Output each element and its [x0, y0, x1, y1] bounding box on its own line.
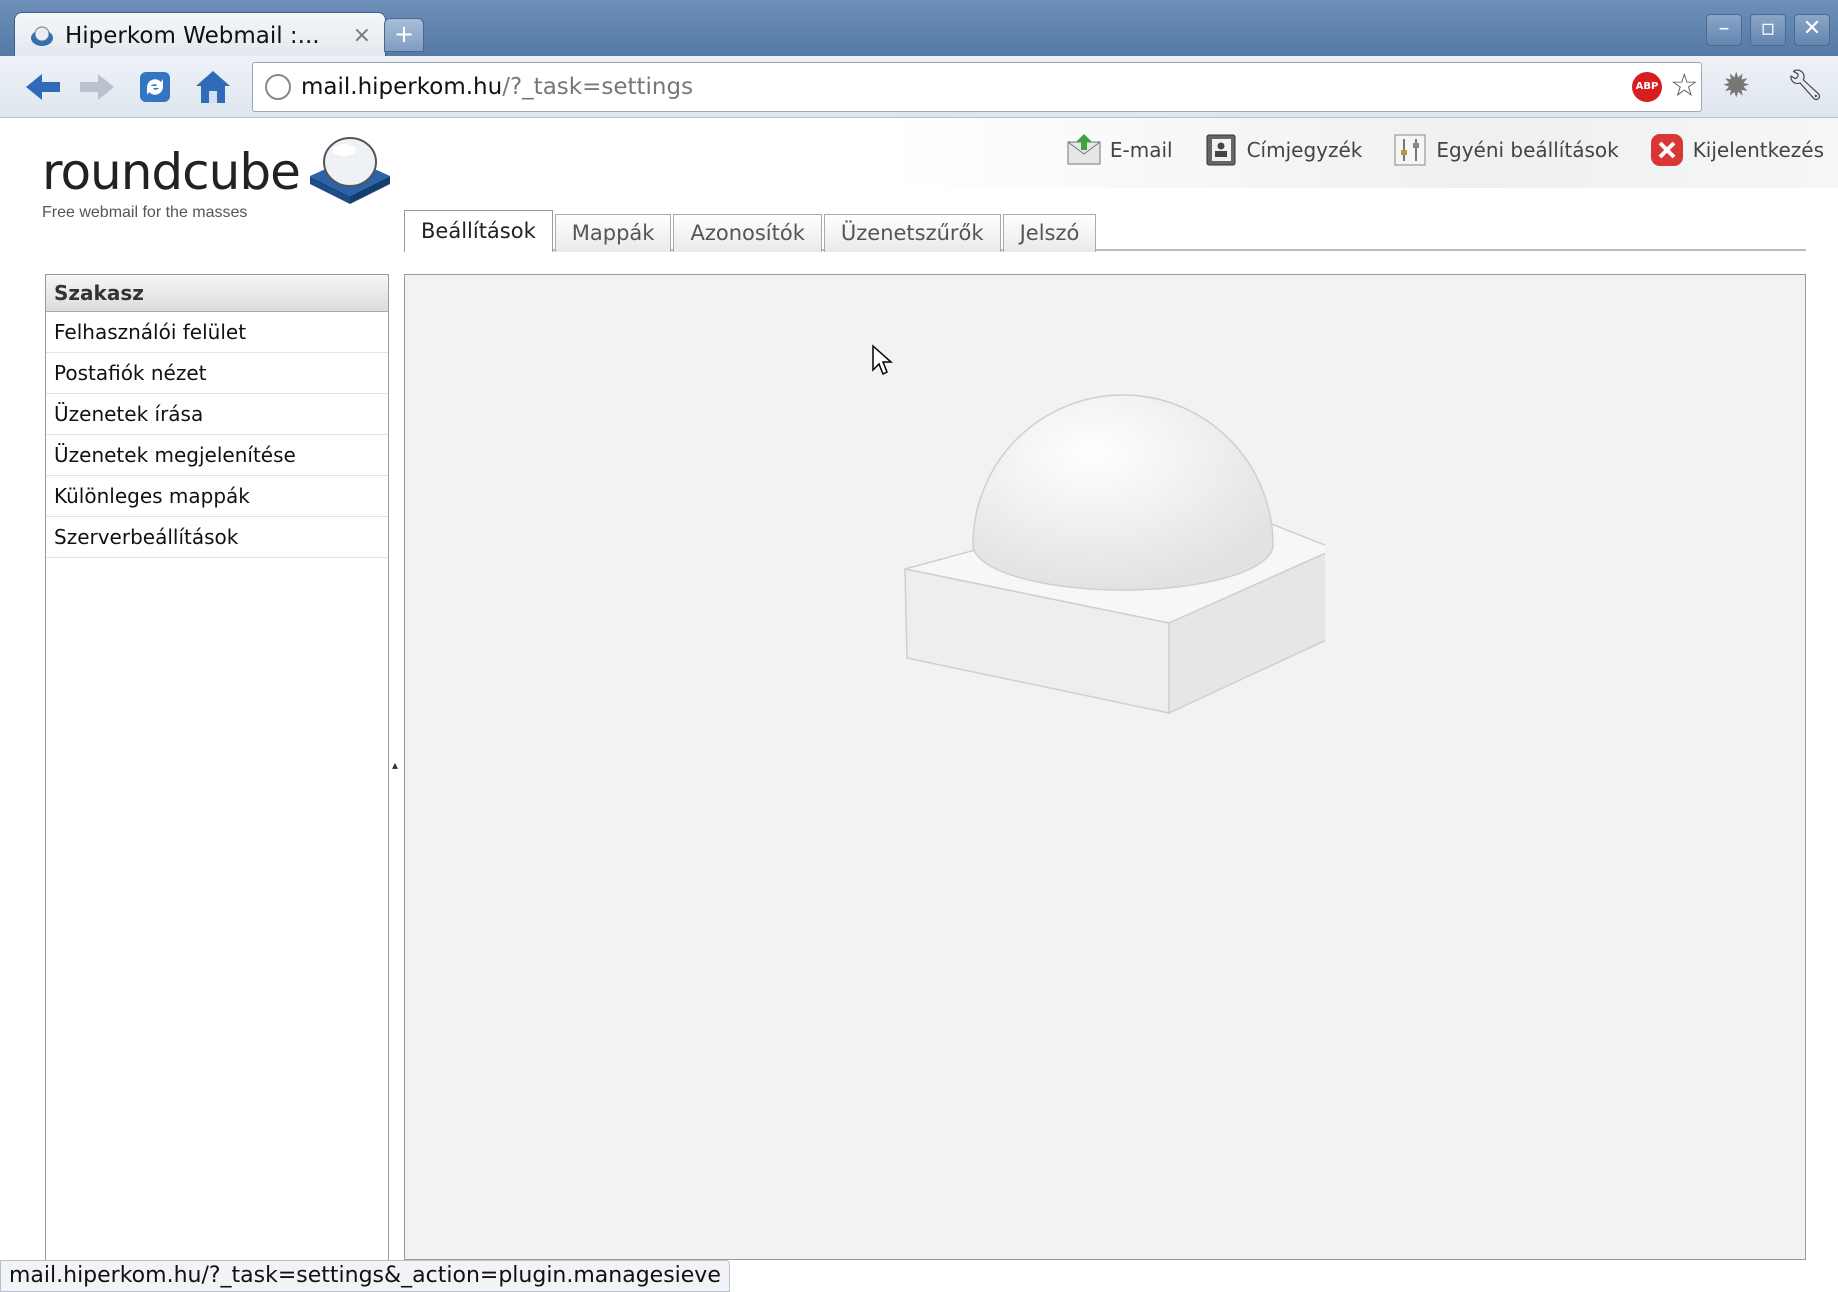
- webmail-page: roundcube Free webmail for the masses E-…: [10, 118, 1838, 1292]
- back-button[interactable]: [22, 66, 64, 108]
- gear-icon[interactable]: ✹: [1722, 66, 1751, 106]
- nav-addressbook[interactable]: Címjegyzék: [1203, 132, 1363, 168]
- top-nav: E-mail Címjegyzék Egyéni beállítások Kij…: [1066, 132, 1824, 168]
- home-icon: [196, 71, 230, 103]
- nav-settings-label: Egyéni beállítások: [1436, 138, 1619, 162]
- restore-button[interactable]: ▫: [1750, 14, 1786, 46]
- browser-toolbar: mail.hiperkom.hu /?_task=settings ABP ☆ …: [0, 56, 1838, 118]
- browser-status-bar: mail.hiperkom.hu/?_task=settings&_action…: [0, 1260, 730, 1292]
- tab-preferences[interactable]: Beállítások: [404, 210, 553, 252]
- tab-close-icon[interactable]: ×: [353, 23, 371, 48]
- sidebar-item-displaying[interactable]: Üzenetek megjelenítése: [46, 435, 388, 476]
- back-icon: [26, 74, 60, 100]
- pane-splitter-handle[interactable]: ▴: [392, 758, 400, 772]
- roundcube-logo-icon: [309, 137, 390, 204]
- tab-password[interactable]: Jelszó: [1002, 214, 1097, 252]
- tab-folders[interactable]: Mappák: [554, 214, 672, 252]
- sections-sidebar: Szakasz Felhasználói felület Postafiók n…: [45, 274, 389, 1274]
- sidebar-heading: Szakasz: [46, 275, 388, 312]
- reload-icon: [140, 72, 170, 102]
- nav-email-label: E-mail: [1109, 138, 1173, 162]
- globe-icon: [265, 74, 291, 100]
- logo-word: roundcube: [42, 143, 301, 201]
- nav-settings[interactable]: Egyéni beállítások: [1392, 132, 1619, 168]
- settings-content-pane: [404, 274, 1806, 1260]
- minimize-button[interactable]: –: [1706, 14, 1742, 46]
- browser-titlebar: Hiperkom Webmail :... × + – ▫ ✕: [0, 0, 1838, 58]
- sidebar-item-special-folders[interactable]: Különleges mappák: [46, 476, 388, 517]
- home-button[interactable]: [192, 66, 234, 108]
- nav-email[interactable]: E-mail: [1066, 132, 1173, 168]
- tab-title: Hiperkom Webmail :...: [65, 22, 320, 49]
- browser-tab[interactable]: Hiperkom Webmail :... ×: [14, 12, 386, 58]
- sidebar-item-server-settings[interactable]: Szerverbeállítások: [46, 517, 388, 558]
- addressbook-icon: [1206, 134, 1236, 166]
- settings-tabs: Beállítások Mappák Azonosítók Üzenetszűr…: [404, 210, 1098, 252]
- settings-icon: [1394, 134, 1426, 166]
- roundcube-favicon-icon: [31, 26, 53, 46]
- close-window-button[interactable]: ✕: [1794, 14, 1830, 46]
- url-host: mail.hiperkom.hu: [301, 74, 503, 100]
- mouse-cursor-icon: [872, 344, 893, 376]
- sidebar-item-composing[interactable]: Üzenetek írása: [46, 394, 388, 435]
- email-icon: [1067, 134, 1101, 165]
- new-tab-button[interactable]: +: [384, 18, 424, 52]
- roundcube-logo[interactable]: roundcube Free webmail for the masses: [42, 136, 396, 222]
- roundcube-watermark-icon: [904, 394, 1325, 715]
- star-icon[interactable]: ☆: [1670, 66, 1699, 104]
- url-path: /?_task=settings: [502, 74, 694, 100]
- reload-button[interactable]: [134, 66, 176, 108]
- forward-button[interactable]: [76, 66, 118, 108]
- wrench-icon[interactable]: 🔧︎: [1786, 68, 1824, 103]
- tab-identities[interactable]: Azonosítók: [673, 214, 822, 252]
- nav-addressbook-label: Címjegyzék: [1246, 138, 1363, 162]
- sidebar-item-user-interface[interactable]: Felhasználói felület: [46, 312, 388, 353]
- nav-logout-label: Kijelentkezés: [1692, 138, 1824, 162]
- sidebar-item-mailbox-view[interactable]: Postafiók nézet: [46, 353, 388, 394]
- logout-icon: [1650, 134, 1683, 166]
- tab-filters[interactable]: Üzenetszűrők: [823, 214, 1001, 252]
- adblock-icon[interactable]: ABP: [1632, 72, 1662, 102]
- nav-logout[interactable]: Kijelentkezés: [1649, 132, 1824, 168]
- forward-icon: [80, 74, 114, 100]
- address-bar[interactable]: mail.hiperkom.hu /?_task=settings: [252, 62, 1702, 112]
